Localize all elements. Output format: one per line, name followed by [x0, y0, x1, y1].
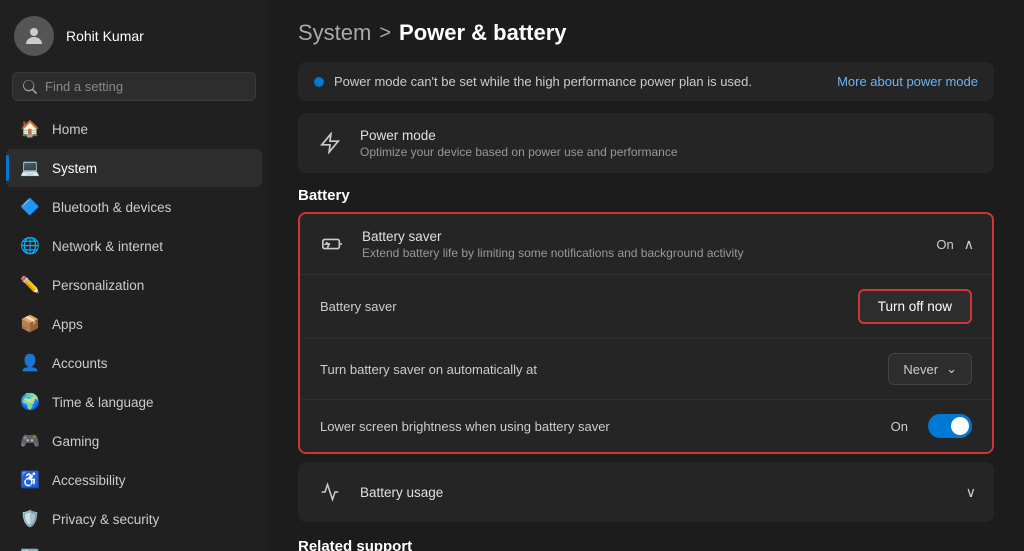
- accessibility-icon: ♿: [20, 470, 40, 490]
- brightness-toggle-label: On: [891, 419, 908, 434]
- sidebar-item-accounts[interactable]: 👤 Accounts: [6, 344, 262, 382]
- battery-saver-status: On ∧: [936, 234, 976, 255]
- page-title: Power & battery: [399, 20, 567, 46]
- personalization-icon: ✏️: [20, 275, 40, 295]
- sidebar-label-accessibility: Accessibility: [52, 473, 126, 488]
- search-icon: [23, 80, 37, 94]
- sidebar-label-privacy: Privacy & security: [52, 512, 159, 527]
- sidebar-label-home: Home: [52, 122, 88, 137]
- power-mode-text: Power mode Optimize your device based on…: [360, 128, 978, 159]
- battery-saver-icon: [316, 228, 348, 260]
- user-profile[interactable]: Rohit Kumar: [0, 0, 268, 68]
- sidebar: Rohit Kumar 🏠 Home 💻 System 🔷 Bluetooth …: [0, 0, 268, 551]
- sidebar-item-personalization[interactable]: ✏️ Personalization: [6, 266, 262, 304]
- battery-saver-header[interactable]: Battery saver Extend battery life by lim…: [300, 214, 992, 275]
- auto-battery-saver-dropdown-value: Never: [903, 362, 938, 377]
- breadcrumb-parent: System: [298, 20, 371, 46]
- sidebar-item-bluetooth[interactable]: 🔷 Bluetooth & devices: [6, 188, 262, 226]
- apps-icon: 📦: [20, 314, 40, 334]
- battery-saver-title: Battery saver: [362, 229, 922, 244]
- info-dot-icon: [314, 77, 324, 87]
- power-mode-title: Power mode: [360, 128, 978, 143]
- battery-saver-title-area: Battery saver Extend battery life by lim…: [362, 229, 922, 260]
- info-banner-left: Power mode can't be set while the high p…: [314, 74, 752, 89]
- info-banner-text: Power mode can't be set while the high p…: [334, 74, 752, 89]
- bluetooth-icon: 🔷: [20, 197, 40, 217]
- battery-saver-subtitle: Extend battery life by limiting some not…: [362, 246, 922, 260]
- breadcrumb: System > Power & battery: [298, 20, 994, 46]
- main-content: System > Power & battery Power mode can'…: [268, 0, 1024, 551]
- sidebar-label-personalization: Personalization: [52, 278, 144, 293]
- sidebar-item-time[interactable]: 🌍 Time & language: [6, 383, 262, 421]
- sidebar-item-system[interactable]: 💻 System: [6, 149, 262, 187]
- battery-saver-row-3: Lower screen brightness when using batte…: [300, 400, 992, 452]
- sidebar-label-system: System: [52, 161, 97, 176]
- brightness-label: Lower screen brightness when using batte…: [320, 419, 879, 434]
- toggle-thumb: [951, 417, 969, 435]
- battery-section-heading: Battery: [298, 187, 994, 204]
- breadcrumb-separator: >: [379, 22, 391, 45]
- sidebar-label-gaming: Gaming: [52, 434, 99, 449]
- auto-battery-saver-dropdown[interactable]: Never ⌄: [888, 353, 972, 385]
- sidebar-label-apps: Apps: [52, 317, 83, 332]
- sidebar-item-apps[interactable]: 📦 Apps: [6, 305, 262, 343]
- sidebar-item-privacy[interactable]: 🛡️ Privacy & security: [6, 500, 262, 538]
- power-mode-subtitle: Optimize your device based on power use …: [360, 145, 978, 159]
- battery-usage-label: Battery usage: [360, 485, 950, 500]
- sidebar-item-home[interactable]: 🏠 Home: [6, 110, 262, 148]
- search-input[interactable]: [45, 79, 245, 94]
- chevron-down-icon: ⌄: [946, 361, 957, 377]
- battery-saver-row-2: Turn battery saver on automatically at N…: [300, 339, 992, 400]
- battery-usage-row[interactable]: Battery usage ∨: [298, 462, 994, 522]
- sidebar-label-time: Time & language: [52, 395, 154, 410]
- power-mode-row[interactable]: Power mode Optimize your device based on…: [298, 113, 994, 173]
- battery-saver-status-text: On: [936, 237, 953, 252]
- time-icon: 🌍: [20, 392, 40, 412]
- power-mode-icon: [314, 127, 346, 159]
- turn-off-now-button[interactable]: Turn off now: [858, 289, 972, 324]
- brightness-toggle[interactable]: [928, 414, 972, 438]
- battery-saver-label: Battery saver: [320, 299, 846, 314]
- sidebar-label-accounts: Accounts: [52, 356, 108, 371]
- privacy-icon: 🛡️: [20, 509, 40, 529]
- avatar: [14, 16, 54, 56]
- network-icon: 🌐: [20, 236, 40, 256]
- more-about-power-mode-link[interactable]: More about power mode: [837, 74, 978, 89]
- sidebar-item-network[interactable]: 🌐 Network & internet: [6, 227, 262, 265]
- search-box[interactable]: [12, 72, 256, 101]
- auto-battery-saver-label: Turn battery saver on automatically at: [320, 362, 876, 377]
- battery-saver-collapse-button[interactable]: ∧: [962, 234, 976, 255]
- home-icon: 🏠: [20, 119, 40, 139]
- sidebar-label-network: Network & internet: [52, 239, 163, 254]
- sidebar-item-gaming[interactable]: 🎮 Gaming: [6, 422, 262, 460]
- user-name: Rohit Kumar: [66, 28, 144, 44]
- sidebar-label-bluetooth: Bluetooth & devices: [52, 200, 171, 215]
- battery-saver-card: Battery saver Extend battery life by lim…: [298, 212, 994, 454]
- info-banner: Power mode can't be set while the high p…: [298, 62, 994, 101]
- battery-usage-icon: [314, 476, 346, 508]
- battery-saver-row-1: Battery saver Turn off now: [300, 275, 992, 339]
- gaming-icon: 🎮: [20, 431, 40, 451]
- accounts-icon: 👤: [20, 353, 40, 373]
- system-icon: 💻: [20, 158, 40, 178]
- related-support-heading: Related support: [298, 538, 994, 551]
- sidebar-item-windows-update[interactable]: 🔄 Windows Update: [6, 539, 262, 551]
- battery-saver-inner-rows: Battery saver Turn off now Turn battery …: [300, 275, 992, 452]
- battery-usage-expand-button[interactable]: ∨: [964, 482, 978, 503]
- sidebar-item-accessibility[interactable]: ♿ Accessibility: [6, 461, 262, 499]
